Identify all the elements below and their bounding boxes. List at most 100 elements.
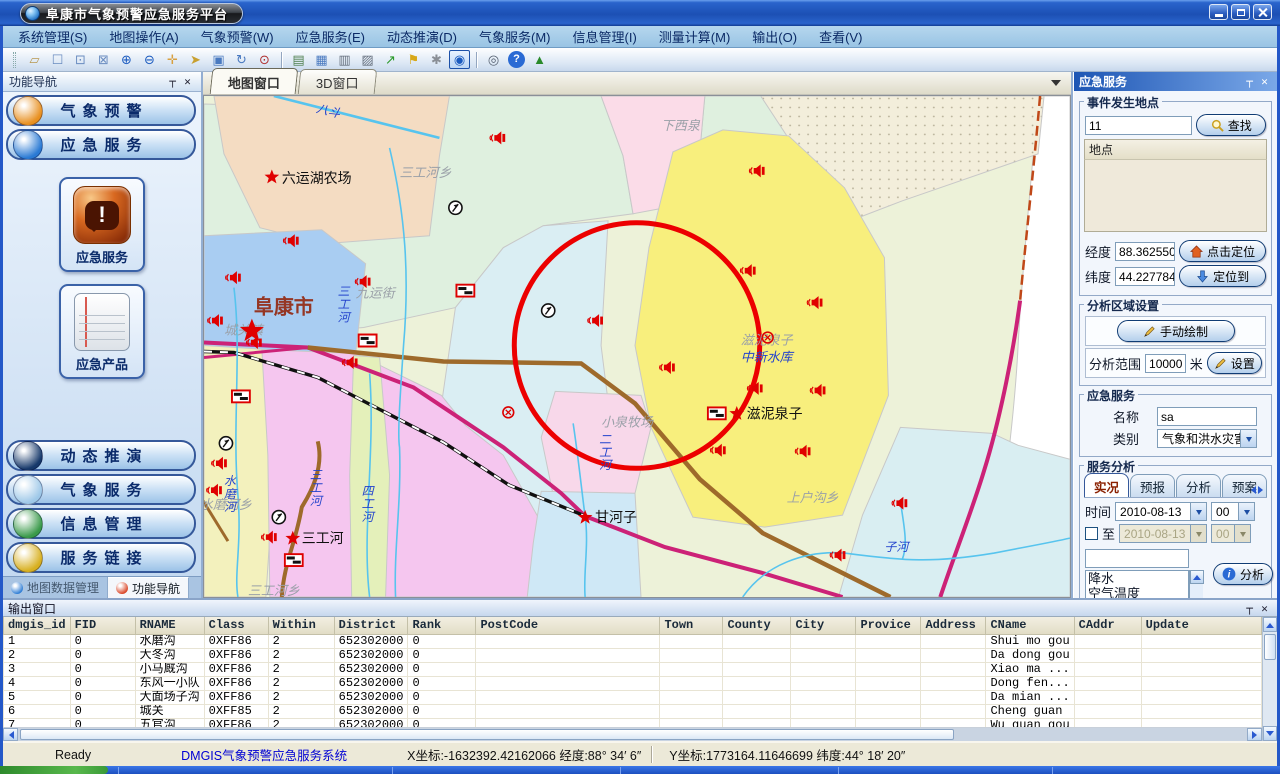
column-header-Provice[interactable]: Provice	[856, 617, 921, 634]
print-icon[interactable]: ▥	[334, 50, 355, 69]
select-clear-icon[interactable]: ⊠	[93, 50, 114, 69]
close-icon[interactable]: ✕	[180, 75, 195, 89]
tab-map-window[interactable]: 地图窗口	[210, 68, 299, 94]
set-range-button[interactable]: 设置	[1207, 352, 1262, 374]
column-header-Class[interactable]: Class	[204, 617, 268, 634]
map-canvas[interactable]: 八斗下西泉六运湖农场三工河乡九运街阜康市城关镇滋泥泉子中新水库滋泥泉子小泉牧场上…	[203, 95, 1071, 598]
menu-item-9[interactable]: 查看(V)	[808, 25, 873, 48]
close-button[interactable]	[1253, 4, 1272, 20]
table-row[interactable]: 60城关0XFF8526523020000Cheng guan	[4, 704, 1262, 718]
column-header-dmgis_id[interactable]: dmgis_id	[4, 617, 71, 634]
column-header-Town[interactable]: Town	[660, 617, 723, 634]
column-header-Within[interactable]: Within	[268, 617, 334, 634]
date-to-select[interactable]: 2010-08-13	[1119, 524, 1207, 543]
nav-group-emergency-globe[interactable]: 应急服务	[6, 129, 196, 160]
help-icon[interactable]: ?	[508, 51, 525, 68]
output-horizontal-scrollbar[interactable]	[3, 727, 1262, 741]
nav-group-weather-warning[interactable]: 气象预警	[6, 95, 196, 126]
to-checkbox[interactable]	[1085, 527, 1098, 540]
restore-button[interactable]	[1231, 4, 1250, 20]
pick-arrow-icon[interactable]: ↗	[380, 50, 401, 69]
column-header-CAddr[interactable]: CAddr	[1074, 617, 1141, 634]
globe-service-icon[interactable]: ◉	[449, 50, 470, 69]
date-select[interactable]: 2010-08-13	[1115, 502, 1207, 521]
bottom-tab-function-nav[interactable]: 功能导航	[108, 577, 189, 598]
zoom-out-icon[interactable]: ⊖	[139, 50, 160, 69]
layers-icon[interactable]: ▤	[288, 50, 309, 69]
latitude-input[interactable]: 44.22778446	[1115, 267, 1175, 286]
menu-item-8[interactable]: 输出(O)	[741, 25, 808, 48]
output-vertical-scrollbar[interactable]	[1262, 617, 1277, 741]
station-marker-icon[interactable]	[449, 201, 462, 214]
flag-marker-icon[interactable]	[708, 407, 726, 419]
flag-marker-icon[interactable]	[456, 285, 474, 297]
select-rect-icon[interactable]: ⊡	[70, 50, 91, 69]
close-icon[interactable]: ✕	[1257, 75, 1272, 89]
table-row[interactable]: 10水磨沟0XFF8626523020000Shui mo gou	[4, 634, 1262, 648]
refresh-icon[interactable]: ↻	[231, 50, 252, 69]
element-list-item[interactable]: 降水	[1086, 571, 1188, 586]
analysis-range-input[interactable]: 10000	[1145, 354, 1186, 373]
full-extent-icon[interactable]: ▣	[208, 50, 229, 69]
column-header-City[interactable]: City	[791, 617, 856, 634]
flag-marker-icon[interactable]	[359, 335, 377, 347]
longitude-input[interactable]: 88.36255063	[1115, 242, 1175, 261]
column-header-District[interactable]: District	[334, 617, 408, 634]
station-marker-icon[interactable]	[219, 437, 232, 450]
emergency-service-big-button[interactable]: ! 应急服务	[59, 177, 145, 272]
column-header-County[interactable]: County	[723, 617, 791, 634]
analysis-tab-2[interactable]: 分析	[1176, 474, 1221, 497]
station-marker-icon[interactable]	[272, 511, 285, 524]
menu-item-6[interactable]: 信息管理(I)	[562, 25, 648, 48]
menu-item-5[interactable]: 气象服务(M)	[468, 25, 562, 48]
windows-taskbar[interactable]	[0, 766, 1280, 774]
nav-group-weather-service[interactable]: 气象服务	[6, 474, 196, 505]
pin-icon[interactable]: ┬	[165, 75, 180, 89]
menu-item-4[interactable]: 动态推演(D)	[376, 25, 468, 48]
select-arrow-icon[interactable]: ☐	[47, 50, 68, 69]
scroll-up-icon[interactable]	[1190, 570, 1204, 584]
scroll-right-icon[interactable]	[1247, 728, 1262, 741]
tab-3d-window[interactable]: 3D窗口	[298, 69, 377, 94]
analysis-tab-1[interactable]: 预报	[1130, 474, 1175, 497]
location-search-input[interactable]: 11	[1085, 116, 1192, 135]
table-row[interactable]: 70五官沟0XFF8626523020000Wu guan gou	[4, 718, 1262, 727]
column-header-FID[interactable]: FID	[70, 617, 135, 634]
map-svg[interactable]: 八斗下西泉六运湖农场三工河乡九运街阜康市城关镇滋泥泉子中新水库滋泥泉子小泉牧场上…	[204, 96, 1070, 597]
service-type-select[interactable]: 气象和洪水灾害	[1157, 429, 1257, 448]
measure-icon[interactable]: ▱	[24, 50, 45, 69]
element-combo-input[interactable]	[1085, 549, 1189, 568]
pin-icon[interactable]: ┬	[1242, 75, 1257, 89]
station-marker-icon[interactable]	[542, 304, 555, 317]
location-list[interactable]	[1084, 160, 1267, 232]
bottom-tab-map-data[interactable]: 地图数据管理	[3, 577, 108, 598]
pin-icon[interactable]: ┬	[1242, 601, 1257, 615]
menu-item-1[interactable]: 地图操作(A)	[98, 25, 189, 48]
tab-scroll-left-icon[interactable]	[1247, 486, 1256, 494]
table-row[interactable]: 20大冬沟0XFF8626523020000Da dong gou	[4, 648, 1262, 662]
column-header-Rank[interactable]: Rank	[408, 617, 476, 634]
pan-icon[interactable]: ✛	[162, 50, 183, 69]
export-tree-icon[interactable]: ▲	[529, 50, 550, 69]
scrollbar-thumb[interactable]	[20, 729, 954, 740]
scrollbar-thumb[interactable]	[1264, 634, 1276, 660]
menu-item-0[interactable]: 系统管理(S)	[7, 25, 98, 48]
search-button[interactable]: 查找	[1196, 114, 1266, 136]
minimize-button[interactable]	[1209, 4, 1228, 20]
manual-draw-button[interactable]: 手动绘制	[1117, 320, 1235, 342]
menu-item-3[interactable]: 应急服务(E)	[285, 25, 376, 48]
scroll-down-icon[interactable]	[1263, 726, 1277, 741]
table-row[interactable]: 40东风一小队0XFF8626523020000Dong fen...	[4, 676, 1262, 690]
table-row[interactable]: 50大面场子沟0XFF8626523020000Da mian ...	[4, 690, 1262, 704]
menu-item-7[interactable]: 测量计算(M)	[648, 25, 742, 48]
nav-group-info-management[interactable]: 信息管理	[6, 508, 196, 539]
goto-location-button[interactable]: 定位到	[1179, 265, 1266, 287]
flag-marker-icon[interactable]	[285, 554, 303, 566]
emergency-product-big-button[interactable]: 应急产品	[59, 284, 145, 379]
analyze-button[interactable]: i 分析	[1213, 563, 1273, 585]
column-header-PostCode[interactable]: PostCode	[476, 617, 660, 634]
print-setup-icon[interactable]: ▨	[357, 50, 378, 69]
column-header-RNAME[interactable]: RNAME	[135, 617, 204, 634]
hour-to-select[interactable]: 00	[1211, 524, 1251, 543]
start-button[interactable]	[0, 766, 108, 774]
